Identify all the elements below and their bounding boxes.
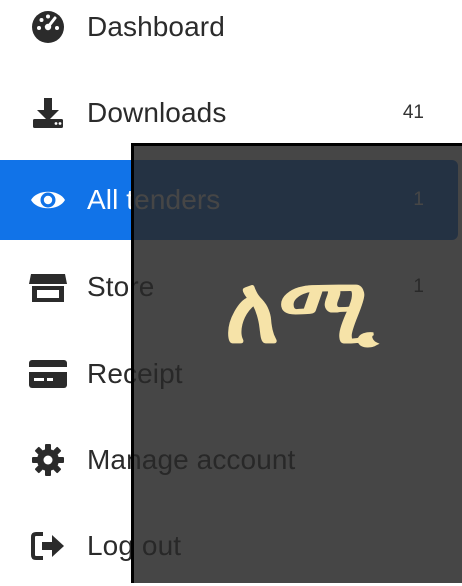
- gear-icon: [28, 440, 68, 480]
- sidebar-item-downloads[interactable]: Downloads 41: [0, 73, 458, 153]
- download-icon: [28, 93, 68, 133]
- downloads-count: 41: [402, 102, 424, 123]
- eye-icon: [28, 180, 68, 220]
- sign-out-icon: [28, 526, 68, 566]
- sidebar-item-label: Dashboard: [87, 11, 225, 42]
- sidebar-item-label: Downloads: [87, 97, 227, 128]
- credit-card-icon: [28, 354, 68, 394]
- sidebar-item-dashboard[interactable]: Dashboard: [0, 0, 458, 67]
- overlay-text: ለሚ: [225, 257, 378, 364]
- store-icon: [28, 267, 68, 307]
- gauge-icon: [28, 7, 68, 47]
